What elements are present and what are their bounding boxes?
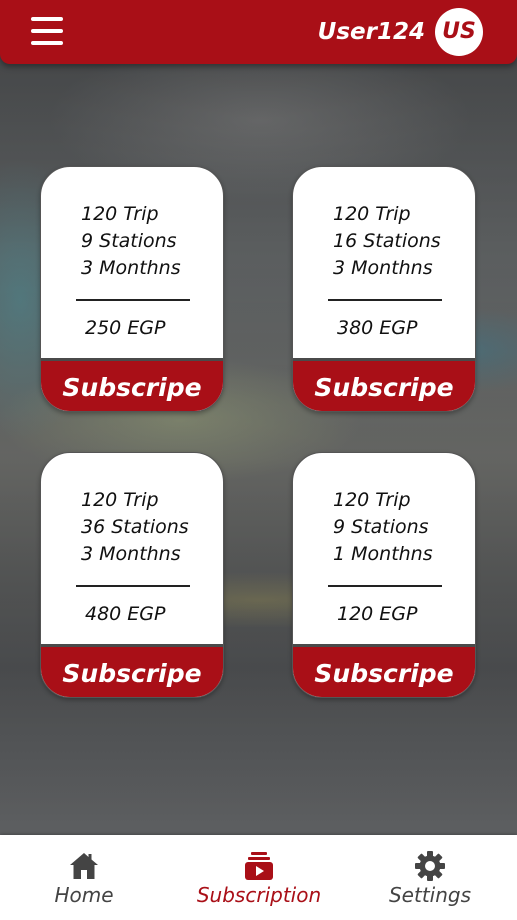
plan-stations: 16 Stations — [333, 230, 441, 252]
bottom-navigation: Home Subscription Settings — [0, 835, 517, 920]
plan-duration: 3 Monthns — [81, 543, 181, 565]
plan-trips: 120 Trip — [81, 203, 159, 225]
nav-item-settings[interactable]: Settings — [378, 835, 482, 920]
plan-divider — [328, 299, 442, 301]
plan-details: 120 Trip 9 Stations 3 Monthns — [81, 201, 181, 282]
nav-item-subscription[interactable]: Subscription — [189, 835, 329, 920]
username-label: User124 — [317, 19, 425, 45]
plan-card: 120 Trip 16 Stations 3 Monthns 380 EGP S… — [292, 166, 476, 412]
plan-duration: 3 Monthns — [333, 257, 433, 279]
plan-details: 120 Trip 36 Stations 3 Monthns — [81, 487, 189, 568]
plan-details: 120 Trip 9 Stations 1 Monthns — [333, 487, 433, 568]
home-icon — [70, 853, 98, 879]
plan-price: 380 EGP — [337, 317, 418, 339]
plan-divider — [76, 585, 190, 587]
background-image — [0, 0, 517, 835]
plan-duration: 1 Monthns — [333, 543, 433, 565]
plan-card: 120 Trip 9 Stations 3 Monthns 250 EGP Su… — [40, 166, 224, 412]
nav-label-settings: Settings — [388, 883, 472, 907]
nav-label-subscription: Subscription — [196, 883, 322, 907]
subscribe-button[interactable]: Subscripe — [293, 358, 475, 411]
plan-duration: 3 Monthns — [81, 257, 181, 279]
app-header: User124 US — [0, 0, 517, 64]
plan-divider — [76, 299, 190, 301]
plan-trips: 120 Trip — [333, 489, 411, 511]
plan-price: 250 EGP — [85, 317, 166, 339]
plan-stations: 36 Stations — [81, 516, 189, 538]
plan-price: 120 EGP — [337, 603, 418, 625]
plan-stations: 9 Stations — [333, 516, 429, 538]
user-avatar[interactable]: US — [435, 8, 483, 56]
plan-details: 120 Trip 16 Stations 3 Monthns — [333, 201, 441, 282]
plan-price: 480 EGP — [85, 603, 166, 625]
plan-card: 120 Trip 36 Stations 3 Monthns 480 EGP S… — [40, 452, 224, 698]
plan-card: 120 Trip 9 Stations 1 Monthns 120 EGP Su… — [292, 452, 476, 698]
menu-icon[interactable] — [31, 17, 65, 45]
nav-label-home: Home — [54, 883, 114, 907]
plan-stations: 9 Stations — [81, 230, 177, 252]
subscribe-button[interactable]: Subscripe — [293, 644, 475, 697]
plan-trips: 120 Trip — [81, 489, 159, 511]
subscribe-button[interactable]: Subscripe — [41, 358, 223, 411]
plan-trips: 120 Trip — [333, 203, 411, 225]
nav-item-home[interactable]: Home — [34, 835, 134, 920]
plan-divider — [328, 585, 442, 587]
subscription-screen: User124 US 120 Trip 9 Stations 3 Monthns… — [0, 0, 517, 920]
subscription-icon — [245, 852, 273, 880]
gear-icon — [415, 851, 445, 881]
subscribe-button[interactable]: Subscripe — [41, 644, 223, 697]
